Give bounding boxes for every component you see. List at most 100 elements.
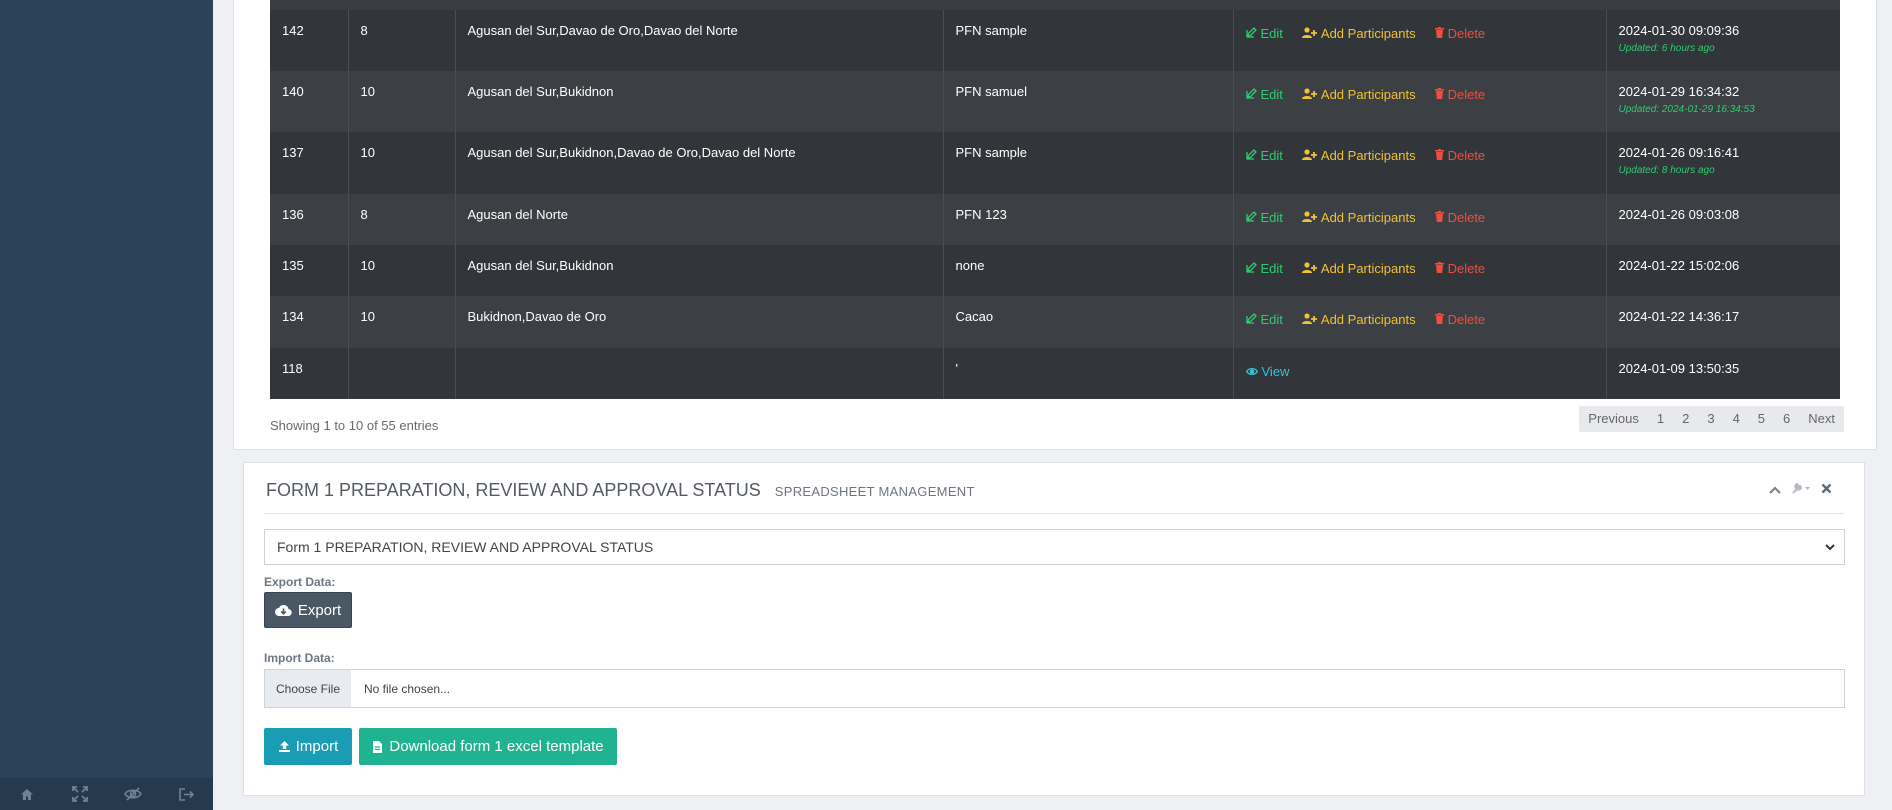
download-template-button[interactable]: Download form 1 excel template: [359, 728, 617, 765]
cell-provinces: Agusan del Sur,Bukidnon: [455, 71, 944, 132]
trash-icon: [1434, 312, 1444, 327]
delete-link[interactable]: Delete: [1434, 26, 1486, 41]
delete-link-label: Delete: [1447, 148, 1486, 163]
cell-actions: Edit Add Participants Delete: [1233, 296, 1607, 348]
cell-title: PFN samuel: [943, 71, 1234, 132]
sidebar-footer: [0, 778, 213, 810]
created-date: 2024-01-26 09:16:41: [1618, 145, 1740, 160]
fullscreen-icon[interactable]: [53, 778, 106, 810]
row-actions: View: [1245, 364, 1594, 379]
pagination-page[interactable]: 3: [1698, 406, 1723, 432]
edit-link[interactable]: Edit: [1245, 312, 1283, 327]
created-date: 2024-01-09 13:50:35: [1618, 361, 1740, 376]
wrench-icon[interactable]: [1791, 481, 1811, 497]
collapse-icon[interactable]: [1769, 481, 1781, 497]
edit-icon: [1245, 148, 1257, 163]
cell-provinces: Agusan del Norte: [455, 194, 944, 245]
export-button-label: Export: [297, 601, 342, 619]
pagination-page[interactable]: 1: [1648, 406, 1673, 432]
table-info: Showing 1 to 10 of 55 entries: [270, 418, 439, 433]
cell-title: PFN sample: [943, 132, 1234, 194]
view-link[interactable]: View: [1245, 364, 1289, 379]
cell-actions: Edit Add Participants Delete: [1233, 10, 1607, 71]
cell-date: 2024-01-29 16:34:32 Updated: 2024-01-29 …: [1606, 71, 1840, 132]
pagination-page[interactable]: 5: [1749, 406, 1774, 432]
edit-link-label: Edit: [1260, 26, 1283, 41]
pagination-page[interactable]: 2: [1673, 406, 1698, 432]
table-row: 142 8 Agusan del Sur,Davao de Oro,Davao …: [270, 10, 1840, 71]
sign-out-icon[interactable]: [160, 778, 213, 810]
panel-toolbar: [1769, 481, 1832, 497]
pagination-page[interactable]: 4: [1724, 406, 1749, 432]
cell-date: 2024-01-22 14:36:17: [1606, 296, 1840, 348]
user-plus-icon: [1301, 148, 1317, 163]
cell-title: Cacao: [943, 296, 1234, 348]
import-button[interactable]: Import: [264, 728, 352, 765]
edit-link-label: Edit: [1260, 210, 1283, 225]
row-actions: Edit Add Participants Delete: [1245, 210, 1594, 225]
edit-link[interactable]: Edit: [1245, 87, 1283, 102]
pagination-previous[interactable]: Previous: [1579, 406, 1648, 432]
file-input[interactable]: Choose File No file chosen...: [264, 669, 1845, 708]
edit-link[interactable]: Edit: [1245, 26, 1283, 41]
edit-link[interactable]: Edit: [1245, 210, 1283, 225]
add-participants-link[interactable]: Add Participants: [1301, 261, 1416, 276]
add-participants-link[interactable]: Add Participants: [1301, 312, 1416, 327]
add-participants-link[interactable]: Add Participants: [1301, 210, 1416, 225]
edit-link[interactable]: Edit: [1245, 148, 1283, 163]
edit-link-label: Edit: [1260, 87, 1283, 102]
close-icon[interactable]: [1821, 481, 1832, 497]
edit-icon: [1245, 261, 1257, 276]
trash-icon: [1434, 261, 1444, 276]
cell-provinces: [455, 348, 944, 399]
import-data-label: Import Data:: [264, 651, 335, 665]
add-participants-label: Add Participants: [1320, 26, 1416, 41]
main-content: 142 8 Agusan del Sur,Davao de Oro,Davao …: [213, 0, 1892, 810]
trash-icon: [1434, 87, 1444, 102]
cell-actions: Edit Add Participants Delete: [1233, 194, 1607, 245]
add-participants-link[interactable]: Add Participants: [1301, 87, 1416, 102]
edit-link[interactable]: Edit: [1245, 261, 1283, 276]
cell-number: 8: [348, 10, 456, 71]
user-plus-icon: [1301, 26, 1317, 41]
delete-link-label: Delete: [1447, 312, 1486, 327]
home-icon[interactable]: [0, 778, 53, 810]
form-select[interactable]: Form 1 PREPARATION, REVIEW AND APPROVAL …: [264, 529, 1845, 565]
form-select-value: Form 1 PREPARATION, REVIEW AND APPROVAL …: [277, 539, 654, 555]
row-actions: Edit Add Participants Delete: [1245, 87, 1594, 102]
delete-link[interactable]: Delete: [1434, 87, 1486, 102]
delete-link[interactable]: Delete: [1434, 210, 1485, 225]
choose-file-button[interactable]: Choose File: [265, 670, 351, 707]
edit-icon: [1245, 26, 1257, 41]
add-participants-label: Add Participants: [1320, 87, 1416, 102]
delete-link-label: Delete: [1447, 26, 1486, 41]
add-participants-link[interactable]: Add Participants: [1301, 148, 1416, 163]
file-icon: [373, 740, 383, 753]
cell-id: 136: [270, 194, 349, 245]
delete-link[interactable]: Delete: [1434, 148, 1486, 163]
cell-title: PFN 123: [943, 194, 1234, 245]
cell-number: 10: [348, 71, 456, 132]
cell-date: 2024-01-26 09:03:08: [1606, 194, 1840, 245]
export-button[interactable]: Export: [264, 592, 352, 628]
cell-id: 140: [270, 71, 349, 132]
cell-id: 118: [270, 348, 349, 399]
cell-number: 10: [348, 296, 456, 348]
delete-link[interactable]: Delete: [1434, 312, 1486, 327]
eye-slash-icon[interactable]: [107, 778, 160, 810]
add-participants-link[interactable]: Add Participants: [1301, 26, 1416, 41]
pagination-next[interactable]: Next: [1799, 406, 1844, 432]
edit-icon: [1245, 312, 1257, 327]
cell-date: 2024-01-30 09:09:36 Updated: 6 hours ago: [1606, 10, 1840, 71]
cell-id: 135: [270, 245, 349, 296]
upload-icon: [278, 741, 290, 752]
add-participants-label: Add Participants: [1320, 210, 1416, 225]
table-row: 137 10 Agusan del Sur,Bukidnon,Davao de …: [270, 132, 1840, 194]
cell-title: none: [943, 245, 1234, 296]
delete-link-label: Delete: [1447, 87, 1486, 102]
edit-link-label: Edit: [1260, 148, 1283, 163]
cell-number: [348, 348, 456, 399]
pagination-page[interactable]: 6: [1774, 406, 1799, 432]
created-date: 2024-01-30 09:09:36: [1618, 23, 1740, 38]
delete-link[interactable]: Delete: [1434, 261, 1485, 276]
